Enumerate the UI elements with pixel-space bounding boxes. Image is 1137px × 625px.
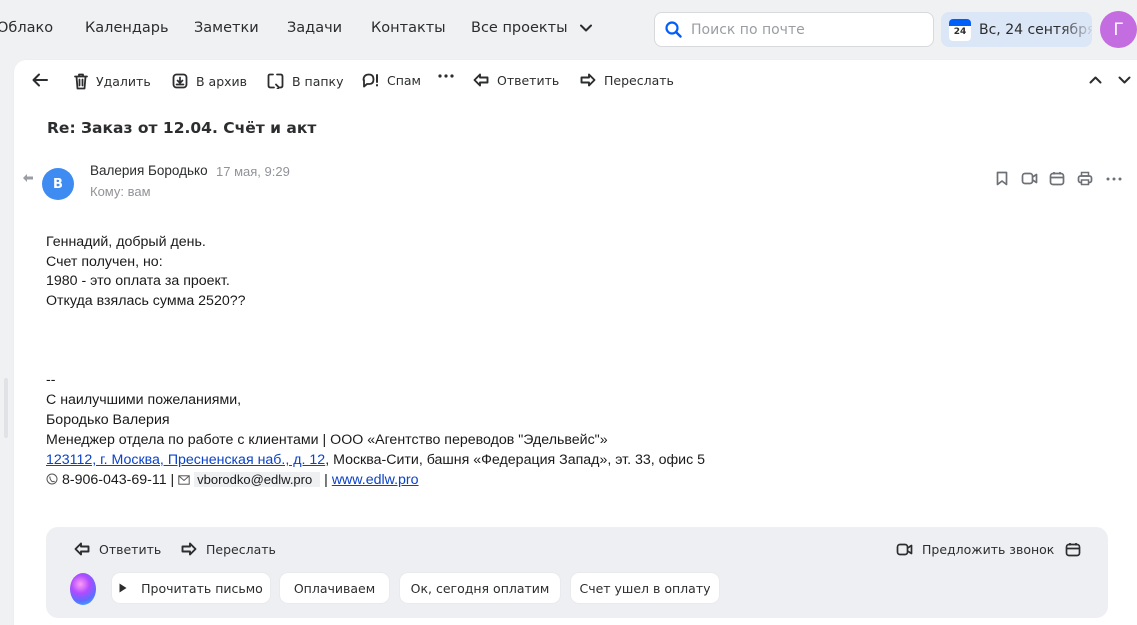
propose-call-label: Предложить звонок xyxy=(922,542,1055,557)
signature-email[interactable]: vborodko@edlw.pro xyxy=(194,472,321,487)
signature-position: Менеджер отдела по работе с клиентами | … xyxy=(46,432,608,448)
more-horizontal-icon xyxy=(438,74,454,78)
nav-item-tasks[interactable]: Задачи xyxy=(287,20,342,36)
nav-item-all-projects[interactable]: Все проекты xyxy=(471,20,593,36)
previous-message-button[interactable] xyxy=(1089,76,1102,84)
top-navigation: Облако Календарь Заметки Задачи Контакты… xyxy=(0,0,1137,60)
calendar-icon-day: 24 xyxy=(953,26,967,37)
chevron-down-icon xyxy=(1118,76,1131,84)
archive-icon xyxy=(172,73,188,89)
read-aloud-label: Прочитать письмо xyxy=(141,580,263,596)
ai-assistant-icon[interactable] xyxy=(70,573,96,605)
search-input[interactable] xyxy=(691,21,921,38)
panel-reply-button[interactable]: Ответить xyxy=(74,542,161,557)
forward-button[interactable]: Переслать xyxy=(580,73,674,88)
chevron-up-icon xyxy=(1089,76,1102,84)
body-line: 1980 - это оплата за проект. xyxy=(46,273,230,290)
body-line: Счет получен, но: xyxy=(46,253,163,270)
calendar-icon: 24 xyxy=(949,18,971,41)
video-call-icon xyxy=(896,543,913,556)
spam-label: Спам xyxy=(387,73,421,88)
more-actions-button[interactable] xyxy=(438,74,454,78)
signature-separator-2: | xyxy=(320,472,332,488)
panel-forward-label: Переслать xyxy=(206,542,276,557)
signature-address: 123112, г. Москва, Пресненская наб., д. … xyxy=(46,450,705,470)
body-line: Откуда взялась сумма 2520?? xyxy=(46,292,246,309)
message-card: Удалить В архив В папку Спам Ответить Пе… xyxy=(14,60,1137,625)
sender-avatar[interactable]: В xyxy=(42,168,74,200)
archive-button[interactable]: В архив xyxy=(172,73,247,89)
panel-forward-button[interactable]: Переслать xyxy=(181,542,276,557)
read-aloud-button[interactable]: Прочитать письмо xyxy=(112,573,270,603)
signature: -- С наилучшими пожеланиями, Бородько Ва… xyxy=(46,370,705,490)
next-message-button[interactable] xyxy=(1118,76,1131,84)
search-box[interactable] xyxy=(654,12,934,47)
calendar-widget[interactable]: 24 Вс, 24 сентября xyxy=(941,12,1092,47)
folder-label: В папку xyxy=(292,73,344,89)
replied-indicator-icon xyxy=(23,174,33,182)
forward-icon xyxy=(580,73,596,87)
all-projects-label: Все проекты xyxy=(471,20,568,36)
spam-button[interactable]: Спам xyxy=(362,73,421,88)
quick-reply-chip[interactable]: Счет ушел в оплату xyxy=(571,573,719,603)
nav-item-cloud[interactable]: Облако xyxy=(0,20,53,36)
message-time: 17 мая, 9:29 xyxy=(216,164,290,179)
address-link[interactable]: 123112, г. Москва, Пресненская наб., д. … xyxy=(46,452,325,468)
nav-item-notes[interactable]: Заметки xyxy=(194,20,259,36)
forward-label: Переслать xyxy=(604,73,674,88)
arrow-left-icon xyxy=(32,73,48,87)
signature-phone: 8-906-043-69-11 xyxy=(61,472,167,488)
forward-icon xyxy=(181,542,197,556)
schedule-event-button[interactable] xyxy=(1065,542,1081,557)
body-line: Геннадий, добрый день. xyxy=(46,234,206,250)
quick-reply-panel: Ответить Переслать Предложить звонок Про… xyxy=(46,527,1108,618)
trash-icon xyxy=(74,73,88,90)
user-avatar[interactable]: Г xyxy=(1100,11,1137,48)
video-call-icon[interactable] xyxy=(1021,171,1038,186)
reply-button[interactable]: Ответить xyxy=(473,73,559,88)
delete-label: Удалить xyxy=(96,74,151,89)
nav-item-contacts[interactable]: Контакты xyxy=(371,20,446,36)
envelope-icon xyxy=(178,475,190,485)
reply-icon xyxy=(473,73,489,87)
archive-label: В архив xyxy=(196,73,248,89)
calendar-event-icon[interactable] xyxy=(1049,171,1065,186)
message-body: Геннадий, добрый день. Счет получен, но:… xyxy=(46,233,246,311)
move-to-folder-button[interactable]: В папку xyxy=(267,73,344,89)
sender-name[interactable]: Валерия Бородько xyxy=(90,163,208,178)
quick-reply-chip[interactable]: Оплачиваем xyxy=(280,573,389,603)
more-horizontal-icon[interactable] xyxy=(1106,177,1122,181)
phone-icon xyxy=(46,473,58,485)
bookmark-icon[interactable] xyxy=(996,171,1008,186)
folder-move-icon xyxy=(267,73,284,89)
signature-contacts: 8-906-043-69-11 | vborodko@edlw.pro | ww… xyxy=(46,470,705,490)
signature-dashes: -- xyxy=(46,372,56,388)
search-icon xyxy=(665,21,682,38)
spam-icon xyxy=(362,73,378,88)
address-rest: , Москва-Сити, башня «Федерация Запад», … xyxy=(325,452,706,468)
reply-label: Ответить xyxy=(497,73,560,88)
scrollbar[interactable] xyxy=(4,378,8,438)
propose-call-button[interactable]: Предложить звонок xyxy=(896,542,1054,557)
reply-icon xyxy=(74,542,90,556)
signature-name: Бородько Валерия xyxy=(46,412,170,428)
message-toolbar: Удалить В архив В папку Спам Ответить Пе… xyxy=(14,60,1137,104)
panel-reply-label: Ответить xyxy=(99,542,162,557)
nav-item-calendar[interactable]: Календарь xyxy=(85,20,169,36)
quick-reply-chip[interactable]: Ок, сегодня оплатим xyxy=(400,573,560,603)
signature-separator: | xyxy=(166,472,179,488)
calendar-date-text: Вс, 24 сентября xyxy=(979,21,1092,38)
recipients[interactable]: Кому: вам xyxy=(90,184,151,199)
chevron-down-icon xyxy=(580,24,593,32)
calendar-event-icon xyxy=(1065,543,1081,557)
back-button[interactable] xyxy=(32,73,48,87)
play-icon xyxy=(119,583,127,593)
delete-button[interactable]: Удалить xyxy=(74,73,151,90)
signature-greeting: С наилучшими пожеланиями, xyxy=(46,392,242,408)
print-icon[interactable] xyxy=(1077,171,1093,186)
message-subject: Re: Заказ от 12.04. Счёт и акт xyxy=(47,119,317,137)
website-link[interactable]: www.edlw.pro xyxy=(332,472,419,488)
